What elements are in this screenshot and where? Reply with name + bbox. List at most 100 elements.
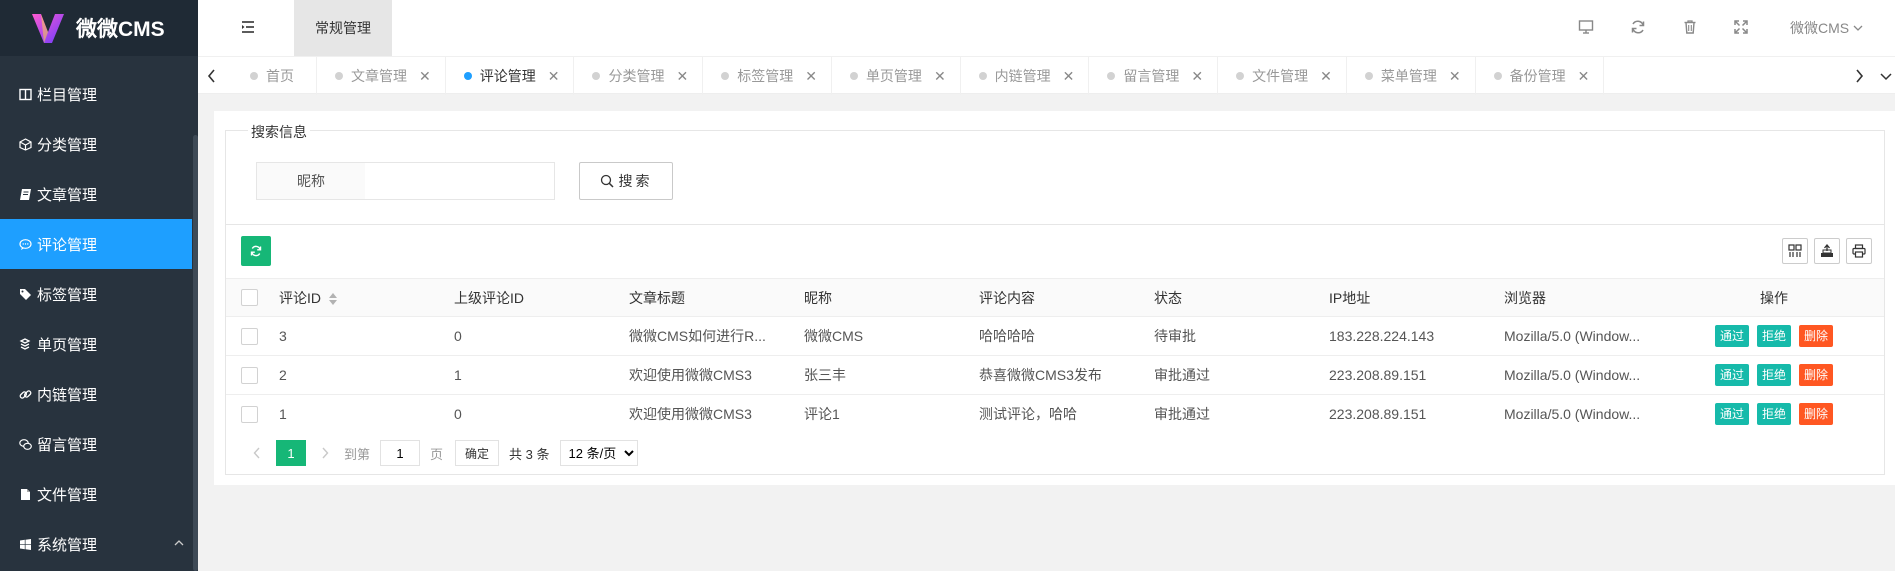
tab-single-page[interactable]: 单页管理 ✕ [832, 57, 961, 95]
goto-confirm-button[interactable]: 确定 [455, 440, 500, 466]
sidebar-item-inner-link[interactable]: 内链管理 [0, 369, 198, 419]
search-legend: 搜索信息 [248, 122, 310, 142]
tab-dot [849, 72, 858, 80]
tab-dot [592, 72, 601, 80]
close-icon[interactable]: ✕ [805, 69, 817, 83]
goto-page-input[interactable] [380, 440, 421, 466]
total-count: 共 3 条 [509, 446, 550, 462]
close-icon[interactable]: ✕ [1320, 69, 1332, 83]
sidebar-item-article[interactable]: 文章管理 [0, 169, 198, 219]
sort-icon[interactable] [329, 292, 337, 305]
logo-text: 微微CMS [76, 18, 165, 41]
reject-button[interactable]: 拒绝 [1756, 403, 1791, 426]
delete-button[interactable]: 删除 [1799, 403, 1834, 426]
close-icon[interactable]: ✕ [419, 69, 431, 83]
sidebar-item-label: 分类管理 [37, 136, 98, 154]
sidebar: 微微CMS 栏目管理 分类管理 文章管理 评论管理 标签管理 单页管理 内链管理… [0, 0, 198, 571]
tab-tags[interactable]: 标签管理 ✕ [703, 57, 832, 95]
header-tab-general[interactable]: 常规管理 [294, 0, 392, 56]
column-header: 文章标题 [614, 278, 789, 317]
next-page-button[interactable] [312, 440, 338, 466]
close-icon[interactable]: ✕ [676, 69, 688, 83]
sidebar-item-comment[interactable]: 评论管理 [0, 219, 198, 269]
row-checkbox[interactable] [241, 406, 258, 424]
prev-page-button[interactable] [244, 440, 270, 466]
reject-button[interactable]: 拒绝 [1756, 364, 1791, 386]
row-checkbox[interactable] [241, 327, 258, 345]
browser: Mozilla/5.0 (Window... [1489, 316, 1664, 356]
close-icon[interactable]: ✕ [548, 69, 560, 83]
sidebar-scrollbar-thumb[interactable] [193, 135, 198, 571]
table-row: 2 1 欢迎使用微微CMS3 张三丰 恭喜微微CMS3发布 审批通过 223.2… [226, 355, 1884, 395]
user-menu[interactable]: 微微CMS [1790, 18, 1863, 38]
delete-button[interactable]: 删除 [1799, 364, 1834, 386]
table-print-button[interactable] [1846, 238, 1872, 264]
comment-content: 测试评论，哈哈 [964, 394, 1139, 434]
menu-toggle-icon[interactable] [240, 19, 256, 35]
page-size-select[interactable]: 12 条/页 [559, 440, 638, 466]
chevron-left-icon [207, 69, 215, 83]
current-page[interactable]: 1 [276, 440, 306, 466]
sidebar-item-label: 留言管理 [37, 436, 98, 454]
tab-home[interactable]: 首页 [226, 57, 317, 95]
delete-button[interactable]: 删除 [1799, 325, 1834, 347]
table-refresh-button[interactable] [241, 236, 271, 266]
columns-filter-icon [1788, 244, 1802, 257]
chevron-down-icon [1853, 25, 1863, 31]
sidebar-item-message[interactable]: 留言管理 [0, 419, 198, 469]
table-export-button[interactable] [1814, 238, 1840, 264]
close-icon[interactable]: ✕ [1063, 69, 1075, 83]
tabs-scroll-right-button[interactable] [1841, 57, 1877, 95]
nickname-input[interactable] [365, 162, 555, 200]
approve-button[interactable]: 通过 [1714, 364, 1749, 386]
parent-id: 1 [439, 355, 614, 395]
trash-icon[interactable] [1682, 19, 1698, 35]
refresh-icon[interactable] [1630, 19, 1646, 35]
nickname: 评论1 [789, 394, 964, 434]
sidebar-item-label: 单页管理 [37, 336, 98, 354]
select-all-checkbox[interactable] [241, 289, 258, 307]
tab-category[interactable]: 分类管理 ✕ [574, 57, 704, 95]
sidebar-item-tags[interactable]: 标签管理 [0, 269, 198, 319]
page-suffix: 页 [430, 446, 444, 462]
fullscreen-icon[interactable] [1733, 19, 1749, 35]
tab-dot [1107, 72, 1116, 80]
approve-button[interactable]: 通过 [1714, 325, 1749, 347]
sidebar-item-columns[interactable]: 栏目管理 [0, 69, 198, 119]
logo[interactable]: 微微CMS [0, 0, 198, 56]
tab-comment[interactable]: 评论管理 ✕ [446, 57, 575, 95]
article-title: 欢迎使用微微CMS3 [614, 394, 789, 434]
sidebar-item-system[interactable]: 系统管理 [0, 519, 198, 569]
tab-article[interactable]: 文章管理 ✕ [317, 57, 446, 95]
approve-button[interactable]: 通过 [1714, 403, 1749, 426]
row-actions: 通过 拒绝 删除 [1664, 394, 1884, 434]
close-icon[interactable]: ✕ [934, 69, 946, 83]
tab-dot [1236, 72, 1245, 80]
top-header: 常规管理 微微CMS [198, 0, 1895, 56]
search-button[interactable]: 搜索 [579, 162, 673, 200]
close-icon[interactable]: ✕ [1578, 69, 1590, 83]
monitor-icon[interactable] [1578, 19, 1594, 35]
tabs-more-button[interactable] [1877, 57, 1895, 95]
user-name: 微微CMS [1790, 20, 1850, 36]
print-icon [1852, 244, 1866, 258]
tab-file[interactable]: 文件管理 ✕ [1218, 57, 1347, 95]
tab-menu[interactable]: 菜单管理 ✕ [1347, 57, 1476, 95]
sidebar-item-file[interactable]: 文件管理 [0, 469, 198, 519]
column-header: 浏览器 [1489, 278, 1664, 317]
tab-backup[interactable]: 备份管理 ✕ [1476, 57, 1605, 95]
reject-button[interactable]: 拒绝 [1756, 325, 1791, 347]
table-columns-button[interactable] [1782, 238, 1808, 264]
tab-label: 文章管理 [351, 68, 407, 84]
sidebar-item-category[interactable]: 分类管理 [0, 119, 198, 169]
status: 待审批 [1139, 316, 1314, 356]
tabs-scroll-left-button[interactable] [194, 57, 230, 95]
column-header[interactable]: 评论ID [264, 278, 439, 317]
row-checkbox[interactable] [241, 366, 258, 384]
tab-inner-link[interactable]: 内链管理 ✕ [961, 57, 1090, 95]
close-icon[interactable]: ✕ [1191, 69, 1203, 83]
tab-message[interactable]: 留言管理 ✕ [1089, 57, 1219, 95]
sidebar-item-label: 评论管理 [37, 236, 98, 254]
close-icon[interactable]: ✕ [1449, 69, 1461, 83]
sidebar-item-single-page[interactable]: 单页管理 [0, 319, 198, 369]
